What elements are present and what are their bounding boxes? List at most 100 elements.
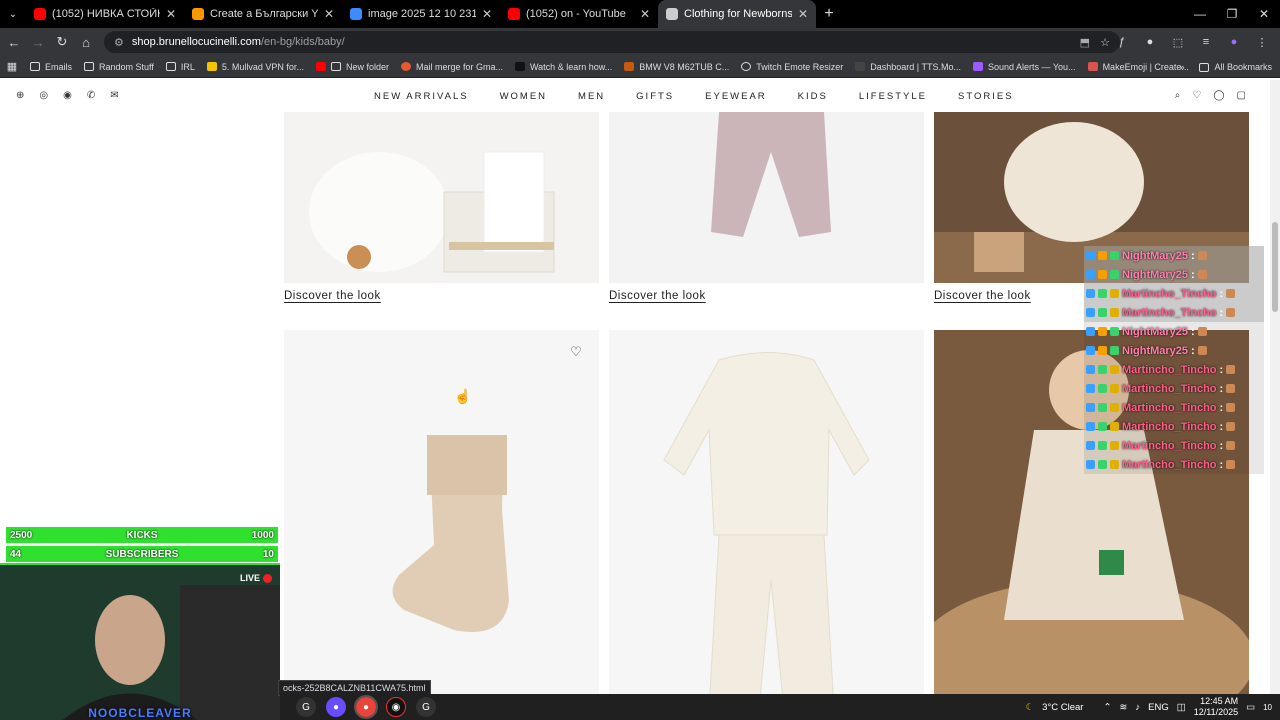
chat-message: Martincho_Tincho:: [1084, 455, 1264, 474]
mail-merge-icon: [400, 62, 411, 71]
bookmark[interactable]: Dashboard | TTS.Mo...: [849, 62, 967, 72]
product-image-knit-pants[interactable]: [609, 112, 924, 283]
menu-eyewear[interactable]: EYEWEAR: [705, 91, 767, 102]
network-icon[interactable]: ◫: [1177, 702, 1186, 713]
chrome-icon[interactable]: ●: [354, 695, 378, 719]
star-icon[interactable]: ☆: [1100, 36, 1110, 49]
bag-icon[interactable]: ▢: [1237, 90, 1246, 101]
discover-link-2[interactable]: Discover the look: [609, 290, 706, 302]
wifi-icon[interactable]: ≋: [1119, 702, 1127, 713]
chrome-icon[interactable]: ●: [326, 697, 346, 717]
product-image-gift-set[interactable]: [284, 112, 599, 283]
chevron-right-icon[interactable]: »: [1179, 62, 1184, 72]
menu-icon[interactable]: ⋮: [1250, 36, 1274, 49]
page-scrollbar[interactable]: [1270, 80, 1280, 720]
apps-icon[interactable]: ▦: [0, 60, 24, 73]
mail-icon[interactable]: ✉: [110, 90, 118, 101]
bookmark[interactable]: MakeEmoji | Create...: [1082, 62, 1195, 72]
menu-lifestyle[interactable]: LIFESTYLE: [859, 91, 927, 102]
phone-icon[interactable]: ✆: [87, 90, 95, 101]
badge-icon: [1098, 346, 1107, 355]
chevron-up-icon[interactable]: ⌃: [1103, 702, 1111, 713]
menu-gifts[interactable]: GIFTS: [636, 91, 674, 102]
menu-kids[interactable]: KIDS: [798, 91, 828, 102]
bookmark-folder[interactable]: Random Stuff: [78, 62, 160, 72]
discover-link-1[interactable]: Discover the look: [284, 290, 381, 302]
tab-2[interactable]: Create a Български YouTube-p✕: [184, 0, 342, 28]
restore-button[interactable]: ❐: [1216, 0, 1248, 28]
folder-icon: [165, 62, 176, 71]
bookmark[interactable]: Mail merge for Gma...: [395, 62, 509, 72]
extension-icon[interactable]: ƒ: [1110, 36, 1134, 48]
puzzle-icon[interactable]: ⬚: [1166, 36, 1190, 49]
tab-3[interactable]: image 2025 12 10 231508177 |✕: [342, 0, 500, 28]
tab-5-active[interactable]: Clothing for Newborns and Bab✕: [658, 0, 816, 28]
account-icon[interactable]: ◯: [1213, 90, 1224, 101]
badge-icon: [1110, 365, 1119, 374]
scrollbar-thumb[interactable]: [1272, 222, 1278, 312]
bookmark[interactable]: 5. Mullvad VPN for...: [201, 62, 310, 72]
address-bar[interactable]: ⚙ shop.brunellocucinelli.com/en-bg/kids/…: [104, 31, 1120, 53]
bookmark[interactable]: BMW V8 M62TUB C...: [618, 62, 735, 72]
wishlist-icon[interactable]: ♡: [1192, 90, 1201, 101]
tab-search-icon[interactable]: ⌄: [0, 9, 26, 20]
close-icon[interactable]: ✕: [324, 7, 334, 21]
avatar[interactable]: ●: [1222, 36, 1246, 48]
media-icon[interactable]: ≡: [1194, 36, 1218, 48]
close-icon[interactable]: ✕: [166, 7, 176, 21]
bookmark[interactable]: Watch & learn how...: [509, 62, 618, 72]
minimize-button[interactable]: —: [1184, 0, 1216, 28]
site-info-icon[interactable]: ⚙: [114, 36, 124, 49]
system-tray: ☾ 3°C Clear ⌃ ≋ ♪ ENG ◫ 12:45 AM 12/11/20…: [1025, 696, 1272, 718]
forward-button[interactable]: →: [26, 35, 50, 50]
obs-icon[interactable]: ◉: [386, 697, 406, 717]
volume-icon[interactable]: ♪: [1135, 702, 1140, 713]
extension-icon[interactable]: ●: [1138, 36, 1162, 48]
notifications-icon[interactable]: ▭: [1246, 702, 1255, 713]
bookmark-folder[interactable]: IRL: [160, 62, 201, 72]
all-bookmarks[interactable]: » All Bookmarks: [1179, 56, 1272, 78]
bookmark-folder[interactable]: Emails: [24, 62, 78, 72]
discover-link-3[interactable]: Discover the look: [934, 290, 1031, 302]
emote-icon: [1226, 289, 1236, 298]
badge-icon: [1098, 403, 1107, 412]
location-icon[interactable]: ◉: [63, 90, 72, 101]
close-icon[interactable]: ✕: [640, 7, 650, 21]
tab-1[interactable]: (1052) НИВКА СТОЙНОСТ✕: [26, 0, 184, 28]
app-icon[interactable]: G: [416, 697, 436, 717]
product-image-tracksuit[interactable]: [609, 330, 924, 720]
bookmark[interactable]: Sound Alerts — You...: [967, 62, 1082, 72]
store-icon[interactable]: ◎: [39, 90, 48, 101]
new-tab-button[interactable]: +: [816, 5, 842, 23]
chat-message: Martincho_Tincho:: [1084, 379, 1264, 398]
menu-new-arrivals[interactable]: NEW ARRIVALS: [374, 91, 469, 102]
install-icon[interactable]: ⬒: [1080, 36, 1090, 49]
close-window-button[interactable]: ✕: [1248, 0, 1280, 28]
app-icon[interactable]: G: [296, 697, 316, 717]
back-button[interactable]: ←: [2, 35, 26, 50]
close-icon[interactable]: ✕: [798, 7, 808, 21]
bookmark-folder[interactable]: New folder: [310, 62, 395, 72]
reload-button[interactable]: ↻: [50, 34, 74, 50]
menu-stories[interactable]: STORIES: [958, 91, 1014, 102]
chat-message: Martincho_Tincho:: [1084, 303, 1264, 322]
tab-strip: ⌄ (1052) НИВКА СТОЙНОСТ✕ Create a Българ…: [0, 0, 1280, 28]
menu-men[interactable]: MEN: [578, 91, 605, 102]
bookmark[interactable]: Twitch Emote Resizer: [735, 62, 849, 72]
emote-icon: [1226, 403, 1236, 412]
tab-4[interactable]: (1052) on - YouTube ✕: [500, 0, 658, 28]
globe-icon[interactable]: ⊕: [16, 90, 24, 101]
search-icon[interactable]: ⌕: [1175, 90, 1181, 101]
product-image-sock[interactable]: [284, 330, 599, 720]
badge-icon: [1098, 365, 1107, 374]
menu-women[interactable]: WOMEN: [500, 91, 547, 102]
home-button[interactable]: ⌂: [74, 35, 98, 50]
wishlist-heart-icon[interactable]: ♡: [566, 342, 586, 362]
clock[interactable]: 12:45 AM 12/11/2025: [1194, 696, 1238, 718]
badge-icon: [1110, 384, 1119, 393]
gift-set-illustration: [309, 151, 555, 273]
folder-icon: [30, 62, 40, 71]
badge-icon: [1110, 441, 1119, 450]
close-icon[interactable]: ✕: [482, 7, 492, 21]
badge-icon: [1098, 441, 1107, 450]
